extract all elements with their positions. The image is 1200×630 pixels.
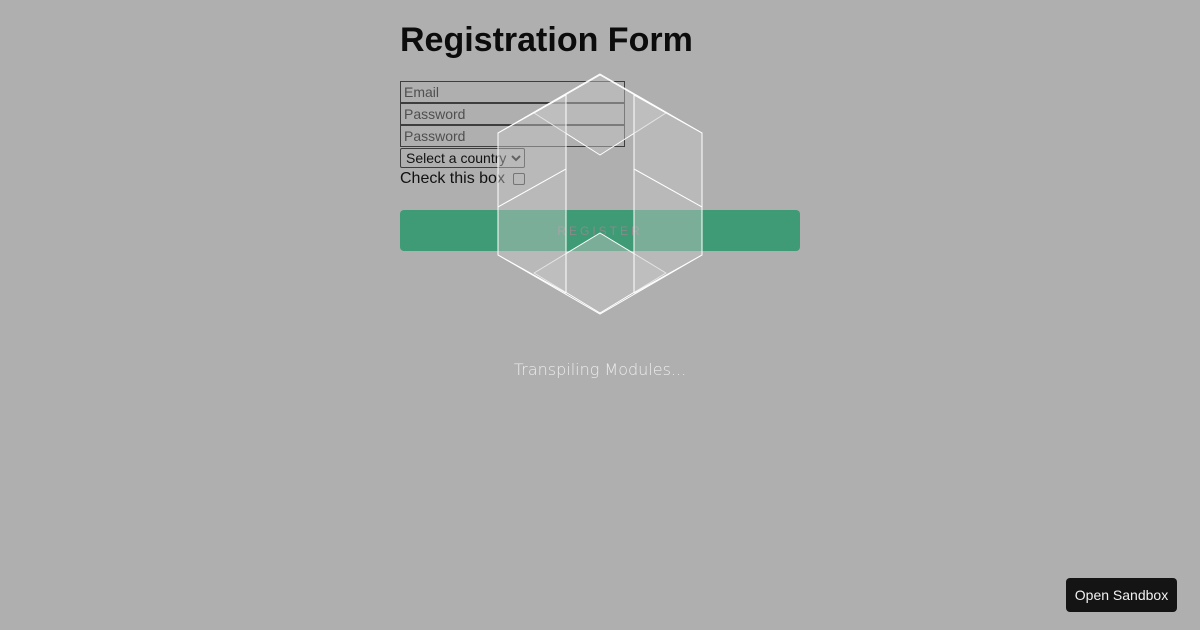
country-select[interactable]: Select a country: [400, 148, 525, 168]
email-field[interactable]: [400, 81, 625, 103]
register-button[interactable]: REGISTER: [400, 210, 800, 251]
confirm-password-field[interactable]: [400, 125, 625, 147]
loading-status-text: Transpiling Modules...: [513, 360, 687, 379]
checkbox-row: Check this box: [400, 169, 800, 189]
checkbox-label: Check this box: [400, 170, 505, 187]
form-title: Registration Form: [400, 21, 693, 59]
open-sandbox-button[interactable]: Open Sandbox: [1066, 578, 1177, 612]
agree-checkbox[interactable]: [512, 173, 525, 185]
open-sandbox-label: Open Sandbox: [1074, 587, 1169, 603]
registration-form: Registration Form Select a country Check…: [400, 20, 800, 251]
page: Registration Form Select a country Check…: [0, 0, 1200, 630]
password-field[interactable]: [400, 103, 625, 125]
register-button-label: REGISTER: [557, 223, 643, 238]
